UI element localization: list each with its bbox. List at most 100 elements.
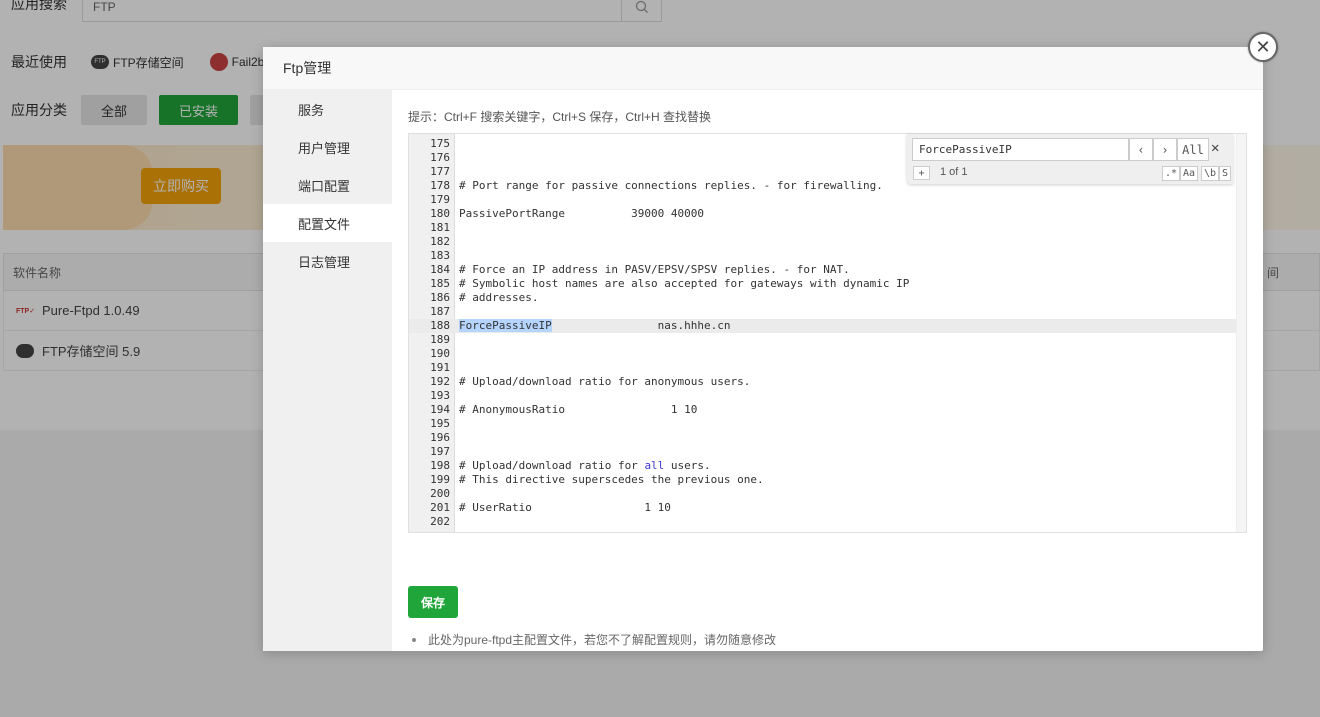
- code-line[interactable]: 200: [409, 487, 1246, 501]
- code-text: PassivePortRange 39000 40000: [459, 207, 705, 220]
- code-text: # Force an IP address in PASV/EPSV/SPSV …: [459, 263, 850, 276]
- line-number: 177: [430, 165, 450, 178]
- save-button[interactable]: 保存: [408, 586, 458, 618]
- code-line[interactable]: 182: [409, 235, 1246, 249]
- code-text: # Upload/download ratio for all users.: [459, 459, 711, 472]
- code-line[interactable]: 199 # This directive superscedes the prev…: [409, 473, 1246, 487]
- code-line[interactable]: 201 # UserRatio 1 10: [409, 501, 1246, 515]
- whole-word-toggle[interactable]: \b: [1201, 166, 1220, 181]
- find-match-count: 1 of 1: [940, 166, 968, 178]
- shortcut-tip: 提示：Ctrl+F 搜索关键字，Ctrl+S 保存，Ctrl+H 查找替换: [408, 110, 712, 124]
- line-number: 197: [430, 445, 450, 458]
- code-text: ForcePassiveIP nas.hhhe.cn: [459, 319, 731, 332]
- line-number: 186: [430, 291, 450, 304]
- sidebar-item-log-management[interactable]: 日志管理: [263, 242, 392, 280]
- regex-toggle[interactable]: .*: [1162, 166, 1181, 181]
- config-note: 此处为pure-ftpd主配置文件，若您不了解配置规则，请勿随意修改: [412, 631, 776, 648]
- note-text: 此处为pure-ftpd主配置文件，若您不了解配置规则，请勿随意修改: [428, 633, 777, 647]
- find-input[interactable]: ForcePassiveIP: [912, 138, 1129, 161]
- code-line[interactable]: 198 # Upload/download ratio for all users…: [409, 459, 1246, 473]
- case-sensitive-toggle[interactable]: Aa: [1180, 166, 1199, 181]
- code-line[interactable]: 186 # addresses.: [409, 291, 1246, 305]
- line-number: 194: [430, 403, 450, 416]
- line-number: 200: [430, 487, 450, 500]
- line-number: 183: [430, 249, 450, 262]
- config-editor[interactable]: 175 176 177 178 # Port range for passive con…: [408, 133, 1247, 533]
- code-line[interactable]: 196: [409, 431, 1246, 445]
- code-line[interactable]: 187: [409, 305, 1246, 319]
- code-line[interactable]: 179: [409, 193, 1246, 207]
- line-number: 187: [430, 305, 450, 318]
- close-symbol: ✕: [1255, 36, 1271, 57]
- line-number: 202: [430, 515, 450, 528]
- sidebar-item-user-management[interactable]: 用户管理: [263, 128, 392, 166]
- code-line[interactable]: 181: [409, 221, 1246, 235]
- find-next-button[interactable]: ›: [1153, 138, 1177, 161]
- keyword-highlight: all: [644, 459, 665, 472]
- sidebar-item-service[interactable]: 服务: [263, 90, 392, 128]
- line-number: 180: [430, 207, 450, 220]
- code-line[interactable]: 190: [409, 347, 1246, 361]
- line-number: 201: [430, 501, 450, 514]
- code-text: # addresses.: [459, 291, 539, 304]
- code-line[interactable]: 191: [409, 361, 1246, 375]
- line-number: 185: [430, 277, 450, 290]
- bullet-icon: [412, 637, 416, 642]
- sidebar-item-config-file[interactable]: 配置文件: [263, 204, 392, 242]
- line-number: 193: [430, 389, 450, 402]
- line-number: 179: [430, 193, 450, 206]
- code-line[interactable]: 195: [409, 417, 1246, 431]
- dialog-title: Ftp管理: [283, 60, 332, 76]
- code-line[interactable]: 185 # Symbolic host names are also accept…: [409, 277, 1246, 291]
- editor-scrollbar[interactable]: [1236, 134, 1246, 532]
- code-line[interactable]: 197: [409, 445, 1246, 459]
- find-prev-button[interactable]: ‹: [1129, 138, 1153, 161]
- code-text: # UserRatio 1 10: [459, 501, 671, 514]
- line-number: 181: [430, 221, 450, 234]
- line-number: 184: [430, 263, 450, 276]
- code-text: # Symbolic host names are also accepted …: [459, 277, 910, 290]
- search-match-highlight: ForcePassiveIP: [459, 319, 552, 332]
- find-panel: ForcePassiveIP ‹ › All ✕ + 1 of 1 .* Aa …: [907, 134, 1233, 184]
- line-number: 196: [430, 431, 450, 444]
- code-line[interactable]: 202: [409, 515, 1246, 529]
- code-line[interactable]: 184 # Force an IP address in PASV/EPSV/SP…: [409, 263, 1246, 277]
- code-text: # Port range for passive connections rep…: [459, 179, 883, 192]
- code-line[interactable]: 192 # Upload/download ratio for anonymous…: [409, 375, 1246, 389]
- editor-lines[interactable]: 175 176 177 178 # Port range for passive con…: [409, 137, 1246, 529]
- code-line[interactable]: 193: [409, 389, 1246, 403]
- search-in-selection-toggle[interactable]: S: [1219, 166, 1232, 181]
- line-number: 182: [430, 235, 450, 248]
- find-close-icon[interactable]: ✕: [1211, 140, 1219, 156]
- line-number: 191: [430, 361, 450, 374]
- code-line[interactable]: 188 ForcePassiveIP nas.hhhe.cn: [409, 319, 1246, 333]
- code-line[interactable]: 183: [409, 249, 1246, 263]
- line-number: 199: [430, 473, 450, 486]
- code-line[interactable]: 180 PassivePortRange 39000 40000: [409, 207, 1246, 221]
- line-number: 192: [430, 375, 450, 388]
- line-number: 198: [430, 459, 450, 472]
- code-line[interactable]: 194 # AnonymousRatio 1 10: [409, 403, 1246, 417]
- toggle-replace-button[interactable]: +: [913, 166, 930, 180]
- find-all-button[interactable]: All: [1177, 138, 1209, 161]
- line-number: 178: [430, 179, 450, 192]
- sidebar-item-port-config[interactable]: 端口配置: [263, 166, 392, 204]
- line-number: 175: [430, 137, 450, 150]
- dialog-sidebar: 服务 用户管理 端口配置 配置文件 日志管理: [263, 90, 392, 651]
- close-icon[interactable]: ✕: [1248, 32, 1278, 62]
- code-line[interactable]: 189: [409, 333, 1246, 347]
